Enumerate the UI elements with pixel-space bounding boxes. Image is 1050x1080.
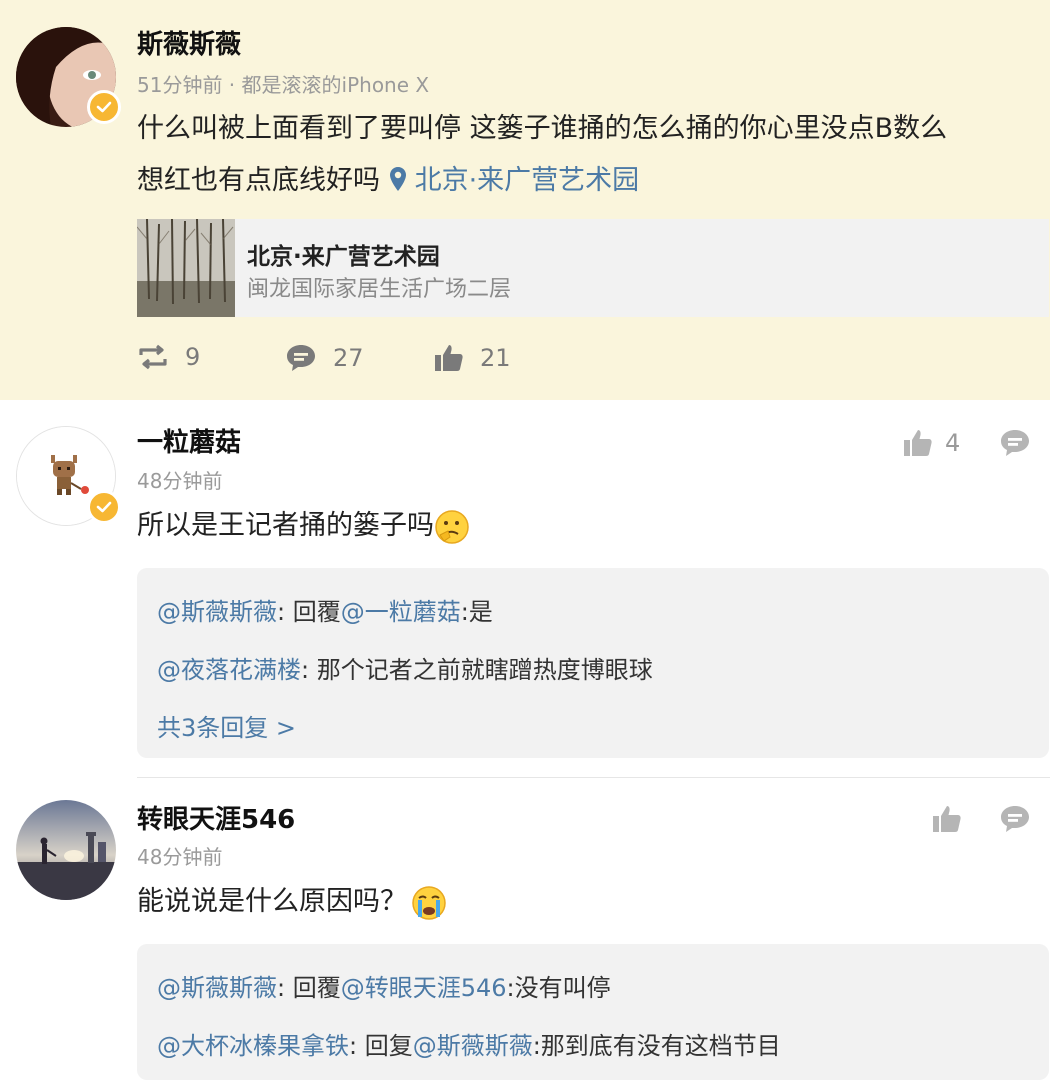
post-meta: 51分钟前 · 都是滚滚的iPhone X	[137, 69, 429, 98]
crying-face-emoji-icon	[412, 885, 446, 920]
location-link[interactable]: 北京·来广营艺术园	[389, 165, 640, 196]
reply-mention[interactable]: @斯薇斯薇	[157, 598, 277, 626]
comment-icon	[287, 345, 315, 371]
like-count: 21	[480, 344, 511, 372]
reply-mention[interactable]: @一粒蘑菇	[341, 598, 461, 626]
comment-button[interactable]: 27	[285, 343, 364, 373]
comment-time: 48分钟前	[137, 469, 223, 493]
post-source: 都是滚滚的iPhone X	[241, 73, 430, 97]
repost-icon	[139, 344, 167, 370]
reply-mention[interactable]: @大杯冰榛果拿铁	[157, 1032, 349, 1060]
reply-item: @大杯冰榛果拿铁: 回复@斯薇斯薇:那到底有没有这档节目	[157, 1032, 781, 1060]
location-link-text: 北京·来广营艺术园	[414, 165, 640, 196]
post-text-line-1: 什么叫被上面看到了要叫停 这篓子谁捅的怎么捅的你心里没点B数么	[137, 113, 948, 144]
location-thumbnail	[137, 219, 235, 317]
verified-badge-icon	[87, 490, 121, 524]
repost-button[interactable]: 9	[137, 343, 200, 371]
comment-count: 27	[333, 344, 364, 372]
comment-text: 所以是王记者捅的篓子吗	[137, 500, 470, 552]
comment-like-button[interactable]: 4	[903, 428, 960, 458]
post-author-name[interactable]: 斯薇斯薇	[137, 24, 241, 61]
location-card-address: 闽龙国际家居生活广场二层	[247, 277, 512, 302]
reply-mention[interactable]: @斯薇斯薇	[157, 974, 277, 1002]
thumbs-up-icon	[933, 806, 961, 832]
comment-divider	[137, 777, 1050, 778]
reply-icon[interactable]	[999, 804, 1031, 834]
reply-thread: @斯薇斯薇: 回覆@转眼天涯546:没有叫停 @大杯冰榛果拿铁: 回复@斯薇斯薇…	[137, 944, 1049, 1080]
location-card[interactable]: 北京·来广营艺术园 闽龙国际家居生活广场二层	[137, 219, 1049, 317]
comment-time: 48分钟前	[137, 845, 223, 869]
reply-item: @斯薇斯薇: 回覆@转眼天涯546:没有叫停	[157, 974, 611, 1002]
location-pin-icon	[389, 167, 406, 191]
reply-icon[interactable]	[999, 428, 1031, 458]
comment-author-avatar[interactable]	[16, 800, 116, 900]
reply-item: @夜落花满楼: 那个记者之前就瞎蹭热度博眼球	[157, 656, 653, 684]
verified-badge-icon	[87, 90, 121, 124]
post-time: 51分钟前	[137, 73, 223, 97]
comment-like-button[interactable]	[932, 804, 962, 834]
view-more-replies-link[interactable]: 共3条回复 >	[157, 708, 296, 743]
comment-like-count: 4	[945, 429, 961, 457]
thinking-face-emoji-icon	[435, 509, 469, 544]
reply-mention[interactable]: @斯薇斯薇	[413, 1032, 533, 1060]
reply-item: @斯薇斯薇: 回覆@一粒蘑菇:是	[157, 598, 493, 626]
repost-count: 9	[185, 343, 201, 371]
reply-mention[interactable]: @夜落花满楼	[157, 656, 301, 684]
like-button[interactable]: 21	[434, 343, 511, 373]
comment-author-name[interactable]: 转眼天涯546	[137, 799, 295, 836]
post-text: 什么叫被上面看到了要叫停 这篓子谁捅的怎么捅的你心里没点B数么 想红也有点底线好…	[137, 103, 947, 207]
comment-author-name[interactable]: 一粒蘑菇	[137, 422, 241, 459]
comment-text: 能说说是什么原因吗？	[137, 876, 447, 928]
thumbs-up-icon	[904, 430, 932, 456]
reply-mention[interactable]: @转眼天涯546	[341, 974, 507, 1002]
thumbs-up-icon	[435, 345, 463, 371]
reply-thread: @斯薇斯薇: 回覆@一粒蘑菇:是 @夜落花满楼: 那个记者之前就瞎蹭热度博眼球 …	[137, 568, 1049, 758]
location-card-title: 北京·来广营艺术园	[247, 244, 440, 270]
meta-separator: ·	[222, 73, 242, 97]
post-text-line-2: 想红也有点底线好吗 北京·来广营艺术园	[137, 165, 640, 196]
